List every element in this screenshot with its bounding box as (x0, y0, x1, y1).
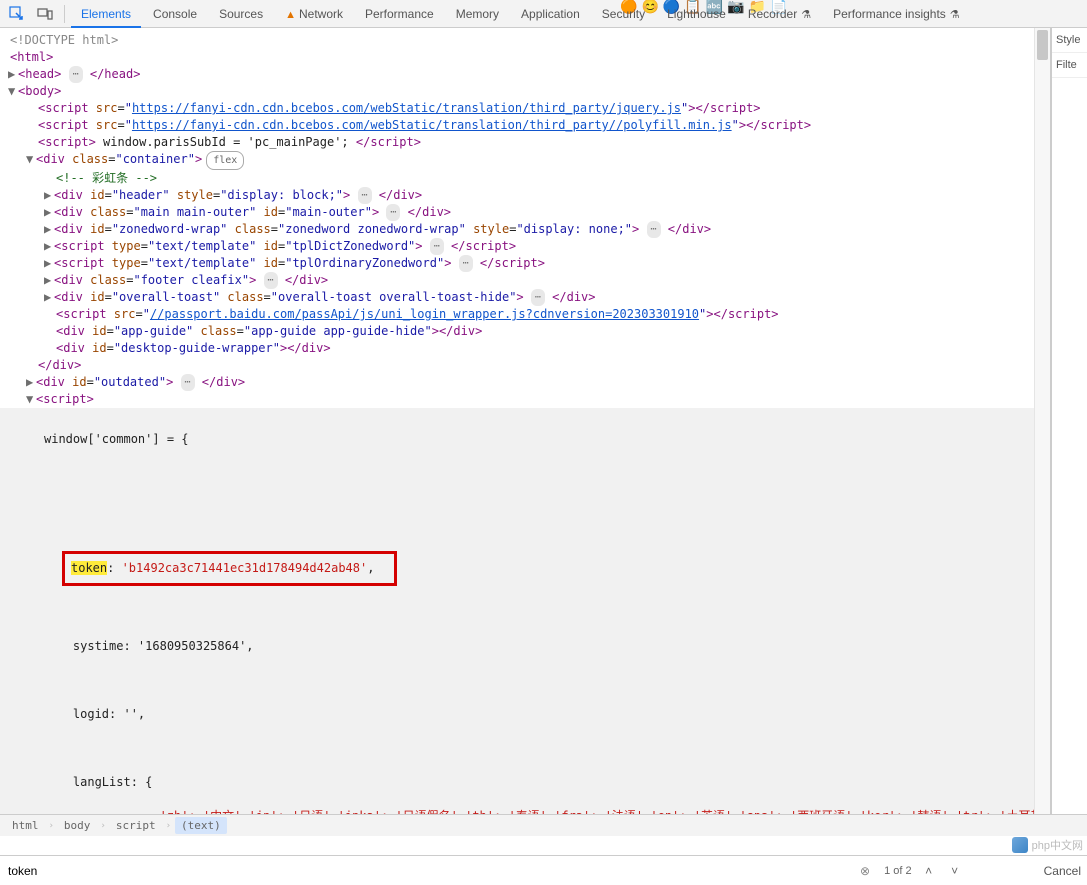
expand-icon[interactable]: ▶ (44, 187, 54, 204)
tab-memory[interactable]: Memory (446, 1, 509, 27)
crumb-body[interactable]: body (58, 817, 97, 834)
tab-performance[interactable]: Performance (355, 1, 444, 27)
comment-node: <!-- 彩虹条 --> (56, 171, 157, 185)
dom-node[interactable]: <script src="//passport.baidu.com/passAp… (0, 306, 1050, 323)
prev-match-icon[interactable]: ˄ (920, 862, 938, 880)
doctype-node: <!DOCTYPE html> (10, 33, 118, 47)
inspect-icon[interactable] (4, 1, 30, 27)
dom-node[interactable]: ▶<div id="header" style="display: block;… (0, 187, 1050, 204)
crumb-text[interactable]: (text) (175, 817, 227, 834)
tab-sources[interactable]: Sources (209, 1, 273, 27)
clear-icon[interactable]: ⊗ (854, 864, 876, 878)
dom-node[interactable]: ▶<div id="outdated"> ⋯ </div> (0, 374, 1050, 391)
dom-node[interactable]: <script src="https://fanyi-cdn.cdn.bcebo… (0, 100, 1050, 117)
dom-node[interactable]: ▶<div id="zonedword-wrap" class="zonedwo… (0, 221, 1050, 238)
expand-icon[interactable]: ▶ (8, 66, 18, 83)
dom-node[interactable]: ▶<script type="text/template" id="tplDic… (0, 238, 1050, 255)
html-open[interactable]: <html> (10, 50, 53, 64)
collapse-icon[interactable]: ▼ (8, 83, 18, 100)
dom-node[interactable]: </div> (0, 357, 1050, 374)
tab-console[interactable]: Console (143, 1, 207, 27)
device-toolbar-icon[interactable] (32, 1, 58, 27)
dom-node[interactable]: <script src="https://fanyi-cdn.cdn.bcebo… (0, 117, 1050, 134)
dom-node[interactable]: <div id="app-guide" class="app-guide app… (0, 323, 1050, 340)
tab-elements[interactable]: Elements (71, 1, 141, 27)
flex-badge[interactable]: flex (206, 151, 244, 170)
dom-node[interactable]: <script> window.parisSubId = 'pc_mainPag… (0, 134, 1050, 151)
dom-node[interactable]: <div id="desktop-guide-wrapper"></div> (0, 340, 1050, 357)
cancel-button[interactable]: Cancel (1044, 864, 1081, 878)
dom-breadcrumb: html› body› script› (text) (0, 814, 1087, 836)
tab-insights[interactable]: Performance insights⚗ (823, 1, 970, 27)
styles-sidebar: Style Filte (1051, 28, 1087, 814)
ellipsis-icon[interactable]: ⋯ (69, 66, 83, 83)
search-bar: ⊗ 1 of 2 ˄ ˅ Cancel (0, 855, 1087, 885)
crumb-html[interactable]: html (6, 817, 45, 834)
vertical-scrollbar[interactable] (1034, 28, 1050, 814)
collapse-icon[interactable]: ▼ (26, 151, 36, 168)
tab-recorder[interactable]: Recorder⚗ (738, 1, 821, 27)
tab-application[interactable]: Application (511, 1, 590, 27)
crumb-script[interactable]: script (110, 817, 162, 834)
tab-lighthouse[interactable]: Lighthouse (657, 1, 736, 27)
head-node[interactable]: <head> (18, 67, 61, 81)
body-node[interactable]: <body> (18, 84, 61, 98)
dom-tree[interactable]: <!DOCTYPE html> <html> ▶<head> ⋯ </head>… (0, 28, 1050, 814)
token-highlight-box: token: 'b1492ca3c71441ec31d178494d42ab48… (62, 551, 397, 586)
script-node[interactable]: <script> (36, 392, 94, 406)
styles-tab[interactable]: Style (1052, 28, 1087, 53)
filter-label[interactable]: Filte (1052, 53, 1087, 78)
dom-node[interactable]: ▶<script type="text/template" id="tplOrd… (0, 255, 1050, 272)
php-logo-icon (1012, 837, 1028, 853)
dom-node[interactable]: ▶<div class="footer cleafix"> ⋯ </div> (0, 272, 1050, 289)
collapse-icon[interactable]: ▼ (26, 391, 36, 408)
search-input[interactable] (6, 860, 846, 882)
dom-node[interactable]: ▶<div class="main main-outer" id="main-o… (0, 204, 1050, 221)
script-content[interactable]: window['common'] = { token: 'b1492ca3c71… (0, 408, 1050, 814)
search-count: 1 of 2 (884, 865, 912, 877)
tab-security[interactable]: Security (592, 1, 655, 27)
tab-network[interactable]: ▲Network (275, 1, 353, 27)
next-match-icon[interactable]: ˅ (946, 862, 964, 880)
dom-node[interactable]: ▶<div id="overall-toast" class="overall-… (0, 289, 1050, 306)
watermark: php中文网 (1012, 837, 1083, 853)
devtools-tabbar: Elements Console Sources ▲Network Perfor… (0, 0, 1087, 28)
